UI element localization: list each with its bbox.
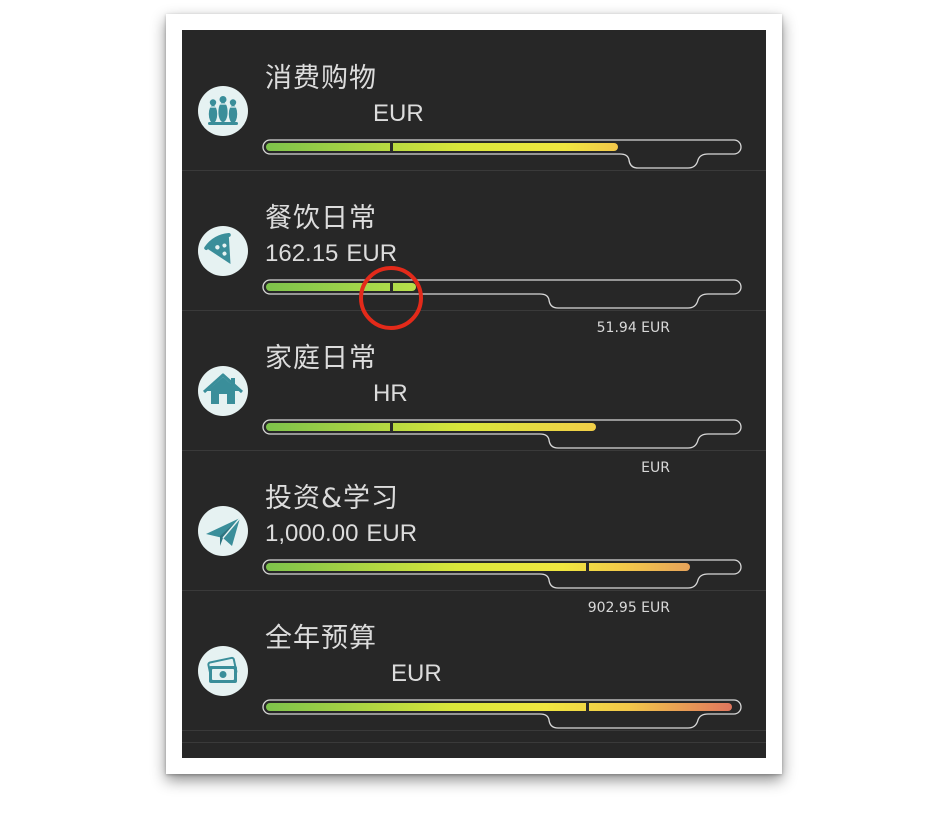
bar-marker	[390, 142, 393, 152]
amount-value	[265, 668, 383, 682]
budget-row-dining[interactable]: 餐饮日常 162.15 EUR 51.94 EUR	[182, 170, 766, 336]
budget-progress-bar	[262, 279, 742, 309]
budget-progress-bar	[262, 559, 742, 589]
category-title: 消费购物	[265, 63, 377, 94]
budget-row-investment[interactable]: 投资&学习 1,000.00 EUR 902.95 EUR	[182, 450, 766, 616]
budget-row-annual[interactable]: 全年预算 EUR	[182, 590, 766, 731]
budget-amount: EUR	[265, 100, 424, 128]
category-title: 全年预算	[265, 623, 377, 654]
bar-fill	[266, 143, 618, 151]
budget-progress-bar	[262, 139, 742, 169]
money-bills-icon	[198, 646, 248, 696]
next-row-edge	[182, 742, 766, 758]
bar-marker	[390, 422, 393, 432]
category-title: 投资&学习	[265, 483, 400, 514]
amount-currency: EUR	[391, 660, 442, 687]
budget-amount: EUR	[265, 660, 442, 688]
bar-marker	[586, 702, 589, 712]
budget-amount: 1,000.00 EUR	[265, 520, 417, 548]
amount-value: 162.15	[265, 240, 339, 267]
amount-currency: HR	[373, 380, 408, 407]
bowling-pins-icon	[198, 86, 248, 136]
bar-marker	[586, 562, 589, 572]
budget-row-shopping[interactable]: 消费购物 EUR	[182, 30, 766, 171]
amount-currency: EUR	[346, 240, 398, 267]
house-icon	[198, 366, 248, 416]
budget-progress-bar	[262, 699, 742, 729]
bar-fill	[266, 423, 596, 431]
category-title: 餐饮日常	[265, 203, 377, 234]
amount-currency: EUR	[373, 100, 424, 127]
amount-value	[265, 388, 365, 402]
budget-progress-bar	[262, 419, 742, 449]
category-title: 家庭日常	[265, 343, 377, 374]
bar-fill	[266, 563, 690, 571]
bar-fill	[266, 703, 732, 711]
screenshot-frame: 消费购物 EUR 餐饮日常 162.15 EUR 51.94 EUR 家庭日常 …	[166, 14, 782, 774]
budget-list-panel: 消费购物 EUR 餐饮日常 162.15 EUR 51.94 EUR 家庭日常 …	[182, 30, 766, 758]
amount-value: 1,000.00	[265, 520, 359, 547]
amount-currency: EUR	[366, 520, 418, 547]
budget-row-household[interactable]: 家庭日常 HR EUR	[182, 310, 766, 476]
pizza-slice-icon	[198, 226, 248, 276]
amount-value	[265, 108, 365, 122]
budget-amount: 162.15 EUR	[265, 240, 397, 268]
budget-amount: HR	[265, 380, 408, 408]
paper-plane-icon	[198, 506, 248, 556]
